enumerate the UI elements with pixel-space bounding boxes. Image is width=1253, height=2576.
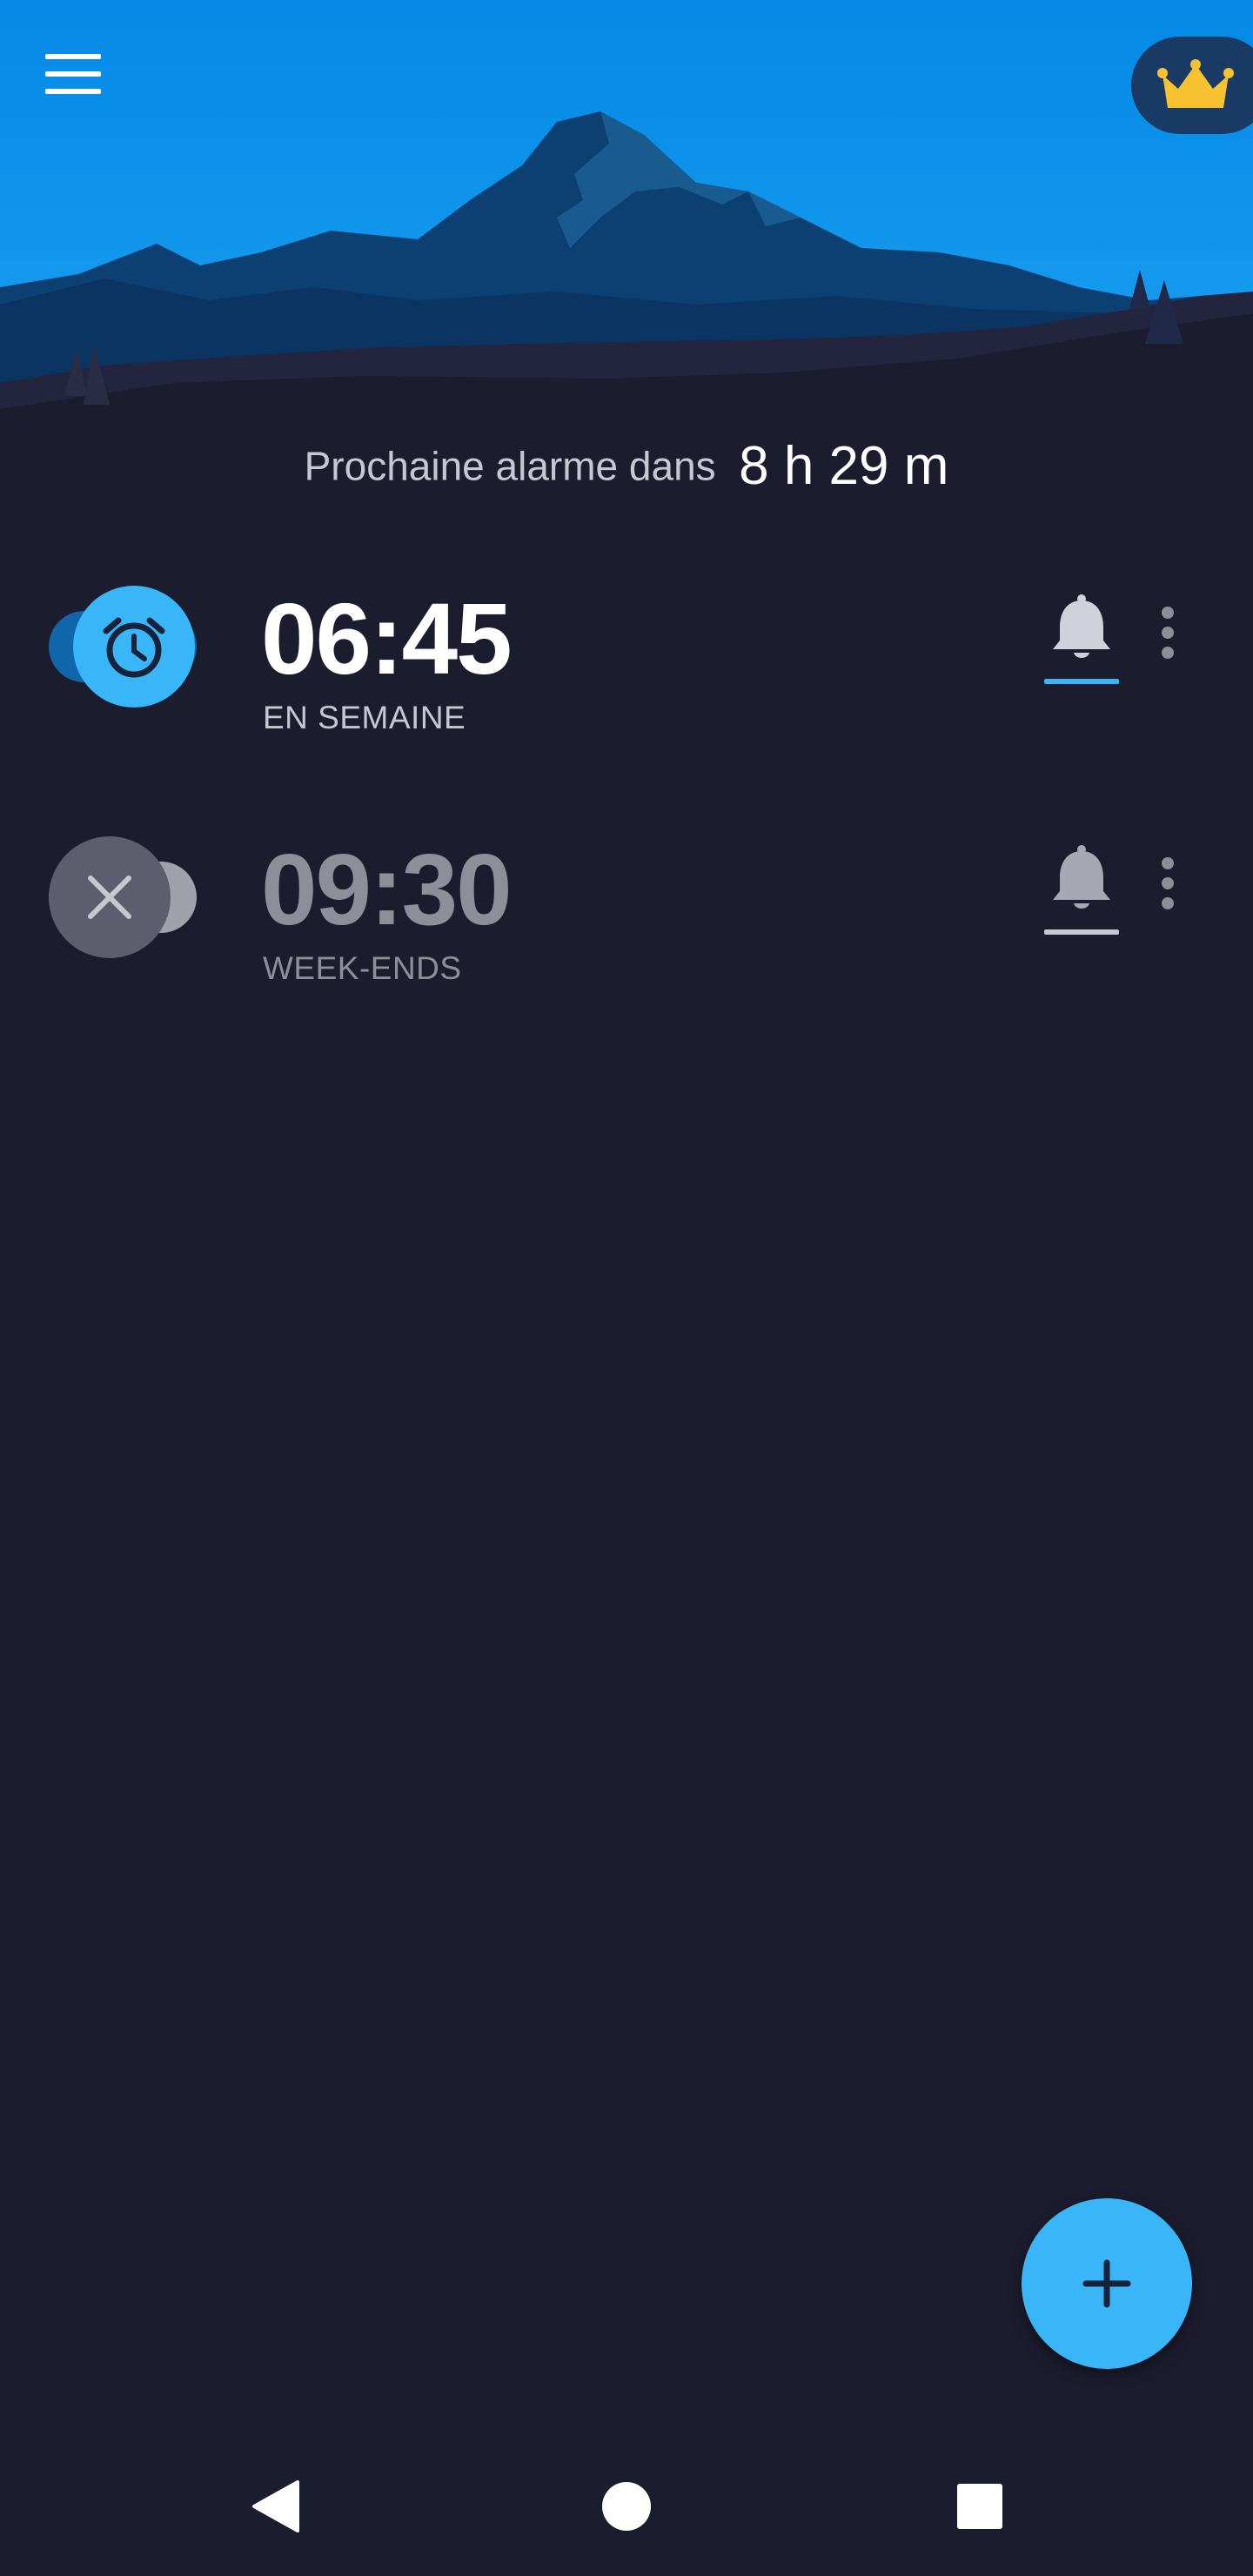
alarm-more-button[interactable] [1147, 594, 1189, 672]
alarm-sound-button[interactable] [1041, 839, 1122, 935]
premium-button[interactable] [1131, 37, 1253, 134]
close-icon [88, 875, 131, 919]
alarm-repeat-label: WEEK-ENDS [263, 950, 462, 986]
menu-button[interactable] [44, 52, 127, 113]
alarm-list-screen: Prochaine alarme dans 8 h 29 m 06:45 EN … [0, 0, 1253, 2576]
alarm-repeat-label: EN SEMAINE [263, 700, 466, 735]
alarm-time[interactable]: 06:45 [261, 588, 513, 689]
bell-icon [1053, 845, 1110, 909]
bell-icon [1053, 594, 1110, 658]
home-circle-icon [602, 2482, 651, 2531]
hamburger-menu-icon [45, 54, 101, 94]
back-button[interactable] [235, 2463, 322, 2550]
alarm-clock-icon [103, 617, 165, 678]
next-alarm-countdown: 8 h 29 m [739, 436, 949, 496]
home-button[interactable] [583, 2463, 670, 2550]
system-navigation-bar [0, 2437, 1253, 2576]
sound-indicator [1044, 929, 1119, 935]
more-vertical-icon [1162, 857, 1174, 909]
mountain-header-illustration [0, 0, 1253, 418]
alarm-time[interactable]: 09:30 [261, 839, 513, 940]
toggle-knob [49, 836, 171, 958]
plus-icon [1082, 2259, 1131, 2308]
add-alarm-button[interactable] [1022, 2198, 1192, 2369]
more-vertical-icon [1162, 607, 1174, 659]
recents-button[interactable] [936, 2463, 1023, 2550]
alarm-more-button[interactable] [1147, 844, 1189, 922]
crown-icon [1157, 59, 1234, 108]
recents-square-icon [957, 2484, 1002, 2529]
back-triangle-icon [252, 2480, 299, 2532]
alarm-item[interactable]: 09:30 WEEK-ENDS [0, 832, 1253, 1023]
alarm-toggle[interactable] [44, 832, 209, 963]
alarm-item[interactable]: 06:45 EN SEMAINE [0, 581, 1253, 773]
alarm-toggle[interactable] [44, 581, 209, 712]
next-alarm-label: Prochaine alarme dans [304, 443, 716, 489]
next-alarm-info: Prochaine alarme dans 8 h 29 m [0, 435, 1253, 497]
sound-indicator [1044, 679, 1119, 684]
toggle-knob [73, 586, 195, 708]
alarm-sound-button[interactable] [1041, 588, 1122, 684]
